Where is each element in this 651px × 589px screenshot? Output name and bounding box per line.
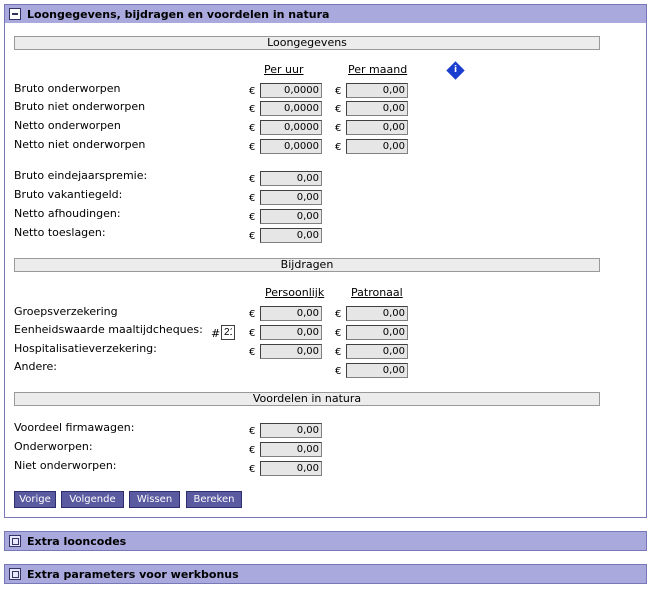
- label-voordeel-firmawagen: Voordeel firmawagen:: [14, 421, 135, 434]
- expand-icon[interactable]: [9, 568, 21, 580]
- euro-icon: €: [249, 445, 256, 456]
- panel-title: Extra looncodes: [27, 535, 127, 548]
- euro-icon: €: [249, 212, 256, 223]
- euro-icon: €: [335, 86, 342, 97]
- label-groepsverzekering: Groepsverzekering: [14, 305, 118, 318]
- section-header-loongegevens: Loongegevens: [14, 36, 600, 50]
- label-netto-niet-onderworpen: Netto niet onderworpen: [14, 138, 146, 151]
- euro-icon: €: [249, 193, 256, 204]
- euro-icon: €: [249, 104, 256, 115]
- euro-icon: €: [249, 86, 256, 97]
- euro-icon: €: [335, 104, 342, 115]
- euro-icon: €: [335, 309, 342, 320]
- panel-title: Loongegevens, bijdragen en voordelen in …: [27, 8, 330, 21]
- section-header-bijdragen: Bijdragen: [14, 258, 600, 272]
- bruto-eindejaarspremie-input[interactable]: [260, 171, 322, 186]
- info-icon[interactable]: i: [446, 61, 465, 80]
- groepsverzekering-patronaal-input[interactable]: [346, 306, 408, 321]
- euro-icon: €: [335, 328, 342, 339]
- netto-afhoudingen-input[interactable]: [260, 209, 322, 224]
- groepsverzekering-persoonlijk-input[interactable]: [260, 306, 322, 321]
- column-header-patronaal: Patronaal: [351, 286, 403, 299]
- hospitalisatie-persoonlijk-input[interactable]: [260, 344, 322, 359]
- label-netto-onderworpen: Netto onderworpen: [14, 119, 121, 132]
- label-netto-afhoudingen: Netto afhoudingen:: [14, 207, 121, 220]
- euro-icon: €: [249, 309, 256, 320]
- bruto-niet-onderworpen-per-maand-input[interactable]: [346, 101, 408, 116]
- count-prefix: #: [211, 327, 221, 340]
- panel-header-loongegevens[interactable]: Loongegevens, bijdragen en voordelen in …: [4, 4, 647, 24]
- label-bruto-niet-onderworpen: Bruto niet onderworpen: [14, 100, 146, 113]
- section-header-voordelen: Voordelen in natura: [14, 392, 600, 406]
- label-andere: Andere:: [14, 360, 58, 373]
- onderworpen-input[interactable]: [260, 442, 322, 457]
- panel-header-extra-parameters-werkbonus[interactable]: Extra parameters voor werkbonus: [4, 564, 647, 584]
- andere-patronaal-input[interactable]: [346, 363, 408, 378]
- label-netto-toeslagen: Netto toeslagen:: [14, 226, 106, 239]
- vorige-button[interactable]: Vorige: [14, 491, 56, 508]
- netto-onderworpen-per-maand-input[interactable]: [346, 120, 408, 135]
- euro-icon: €: [335, 347, 342, 358]
- maaltijdcheques-patronaal-input[interactable]: [346, 325, 408, 340]
- bruto-vakantiegeld-input[interactable]: [260, 190, 322, 205]
- bruto-niet-onderworpen-per-uur-input[interactable]: [260, 101, 322, 116]
- euro-icon: €: [249, 328, 256, 339]
- label-bruto-onderworpen: Bruto onderworpen: [14, 82, 121, 95]
- label-onderworpen: Onderworpen:: [14, 440, 93, 453]
- euro-icon: €: [335, 366, 342, 377]
- panel-header-extra-looncodes[interactable]: Extra looncodes: [4, 531, 647, 551]
- euro-icon: €: [335, 142, 342, 153]
- maaltijdcheques-count-input[interactable]: [221, 325, 235, 340]
- column-header-per-uur: Per uur: [264, 63, 304, 76]
- collapse-icon[interactable]: [9, 8, 21, 20]
- euro-icon: €: [249, 174, 256, 185]
- panel-title: Extra parameters voor werkbonus: [27, 568, 239, 581]
- expand-icon[interactable]: [9, 535, 21, 547]
- netto-onderworpen-per-uur-input[interactable]: [260, 120, 322, 135]
- bereken-button[interactable]: Bereken: [186, 491, 242, 508]
- wissen-button[interactable]: Wissen: [129, 491, 180, 508]
- column-header-per-maand: Per maand: [348, 63, 408, 76]
- netto-niet-onderworpen-per-maand-input[interactable]: [346, 139, 408, 154]
- niet-onderworpen-input[interactable]: [260, 461, 322, 476]
- label-hospitalisatieverzekering: Hospitalisatieverzekering:: [14, 342, 157, 355]
- euro-icon: €: [249, 347, 256, 358]
- label-eenheidswaarde-maaltijdcheques: Eenheidswaarde maaltijdcheques:: [14, 323, 203, 336]
- label-bruto-eindejaarspremie: Bruto eindejaarspremie:: [14, 169, 148, 182]
- volgende-button[interactable]: Volgende: [61, 491, 124, 508]
- maaltijdcheques-persoonlijk-input[interactable]: [260, 325, 322, 340]
- column-header-persoonlijk: Persoonlijk: [265, 286, 325, 299]
- label-bruto-vakantiegeld: Bruto vakantiegeld:: [14, 188, 123, 201]
- euro-icon: €: [249, 142, 256, 153]
- bruto-onderworpen-per-maand-input[interactable]: [346, 83, 408, 98]
- label-niet-onderworpen: Niet onderworpen:: [14, 459, 117, 472]
- voordeel-firmawagen-input[interactable]: [260, 423, 322, 438]
- euro-icon: €: [249, 426, 256, 437]
- bruto-onderworpen-per-uur-input[interactable]: [260, 83, 322, 98]
- hospitalisatie-patronaal-input[interactable]: [346, 344, 408, 359]
- euro-icon: €: [249, 123, 256, 134]
- euro-icon: €: [335, 123, 342, 134]
- netto-niet-onderworpen-per-uur-input[interactable]: [260, 139, 322, 154]
- netto-toeslagen-input[interactable]: [260, 228, 322, 243]
- euro-icon: €: [249, 464, 256, 475]
- euro-icon: €: [249, 231, 256, 242]
